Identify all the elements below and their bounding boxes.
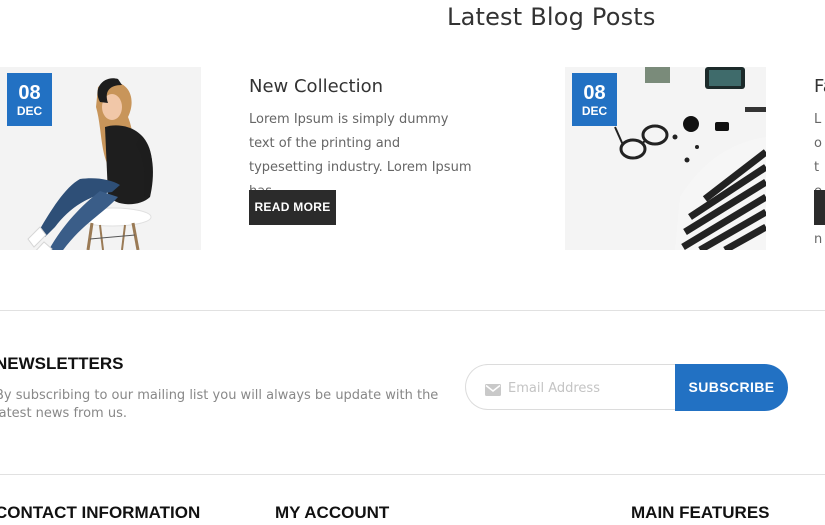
post-image-flatlay[interactable]: 08 DEC [565,67,766,250]
post-title[interactable]: New Collection [249,76,383,97]
read-more-button[interactable]: READ MORE [249,190,336,225]
section-divider [0,310,825,311]
footer-divider [0,474,825,475]
date-badge: 08 DEC [7,73,52,126]
footer-heading-account: MY ACCOUNT [275,503,390,522]
read-more-button[interactable] [814,190,825,225]
envelope-icon [485,381,501,400]
email-input[interactable] [506,377,670,399]
newsletter-title: NEWSLETTERS [0,354,124,373]
blog-section-title: Latest Blog Posts [447,3,656,31]
date-month: DEC [16,104,43,118]
email-field[interactable] [465,364,695,410]
date-day: 08 [18,82,41,104]
subscribe-button[interactable]: SUBSCRIBE [675,364,788,411]
footer-heading-contact: CONTACT INFORMATION [0,503,201,522]
post-excerpt: Lo te in [814,112,823,247]
date-badge: 08 DEC [572,73,617,126]
post-image-woman[interactable]: 08 DEC [0,67,201,250]
date-day: 08 [583,82,606,104]
post-title[interactable]: Fa [814,76,825,97]
newsletter-description: By subscribing to our mailing list you w… [0,388,439,421]
date-month: DEC [581,104,608,118]
footer-heading-features: MAIN FEATURES [631,503,770,522]
